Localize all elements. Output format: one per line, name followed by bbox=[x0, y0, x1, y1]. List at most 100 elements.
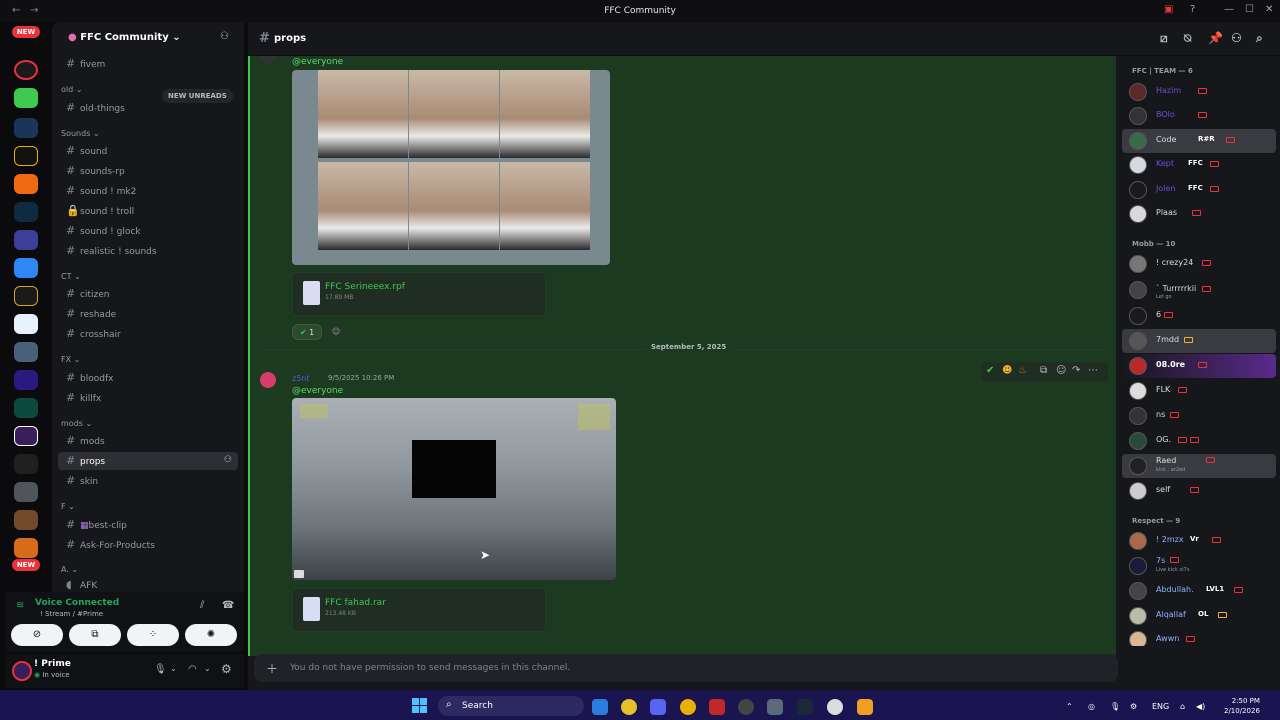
server-icon[interactable] bbox=[14, 88, 38, 108]
avatar[interactable] bbox=[260, 56, 276, 64]
tray-icon[interactable]: ◎ bbox=[1088, 702, 1095, 711]
channel-props[interactable]: # props ⚇ bbox=[58, 452, 238, 470]
file-attachment[interactable]: FFC fahad.rar 213.48 KB bbox=[292, 588, 546, 632]
more-icon[interactable]: ⋯ bbox=[1088, 365, 1098, 376]
search-icon[interactable]: ⌕ bbox=[1256, 31, 1263, 46]
close-icon[interactable]: ✕ bbox=[1265, 4, 1273, 15]
add-reaction-button[interactable]: ☺ bbox=[328, 324, 344, 340]
threads-icon[interactable]: ⧄ bbox=[1160, 31, 1168, 46]
member-list-icon[interactable]: ⚇ bbox=[1231, 31, 1242, 45]
avatar[interactable] bbox=[12, 661, 32, 681]
play-icon[interactable] bbox=[294, 570, 304, 578]
category-old[interactable]: old ⌄ bbox=[61, 85, 82, 94]
member-item[interactable]: 7mdd bbox=[1122, 329, 1276, 353]
member-item[interactable]: FLK bbox=[1122, 379, 1276, 403]
soundboard-button[interactable]: ✺ bbox=[185, 624, 237, 646]
taskbar-app-icon[interactable] bbox=[767, 699, 783, 715]
member-item[interactable]: BOlo bbox=[1122, 104, 1276, 128]
volume-icon[interactable]: ◀) bbox=[1196, 702, 1205, 711]
member-item[interactable]: ! 2mzx Vr bbox=[1122, 529, 1276, 553]
help-icon[interactable]: ? bbox=[1190, 4, 1195, 15]
apps-icon[interactable]: ⧉ bbox=[1040, 365, 1047, 376]
server-icon[interactable] bbox=[14, 370, 38, 390]
member-item[interactable]: Awwn bbox=[1122, 628, 1276, 646]
voice-status[interactable]: Voice Connected bbox=[35, 598, 119, 608]
member-item[interactable]: Abdullah. LVL1 bbox=[1122, 579, 1276, 603]
notification-bell-icon[interactable]: ⍉ bbox=[1184, 31, 1191, 46]
taskbar-app-icon[interactable] bbox=[680, 699, 696, 715]
message-composer[interactable]: ＋ You do not have permission to send mes… bbox=[254, 654, 1118, 682]
taskbar-app-icon[interactable] bbox=[857, 699, 873, 715]
server-icon[interactable] bbox=[14, 174, 38, 194]
member-item[interactable]: 7s Live kick xi7s bbox=[1122, 554, 1276, 578]
channel-best-clip[interactable]: # ▦best-clip bbox=[58, 516, 238, 534]
server-icon[interactable] bbox=[14, 314, 38, 334]
windows-start-icon[interactable] bbox=[412, 698, 428, 714]
server-icon[interactable] bbox=[14, 286, 38, 306]
server-icon[interactable] bbox=[14, 342, 38, 362]
screen-share-button[interactable]: ⧉ bbox=[69, 624, 121, 646]
forward-icon[interactable]: ↷ bbox=[1072, 365, 1080, 376]
activities-button[interactable]: ⁘ bbox=[127, 624, 179, 646]
member-item[interactable]: Hazim bbox=[1122, 80, 1276, 104]
file-name[interactable]: FFC Serineeex.rpf bbox=[325, 282, 405, 292]
taskbar-app-icon[interactable] bbox=[827, 699, 843, 715]
add-reaction-icon[interactable]: ☺ bbox=[1056, 365, 1066, 376]
reaction-checkmark[interactable]: ✔ 1 bbox=[292, 324, 322, 340]
channel-bloodfx[interactable]: # bloodfx bbox=[58, 369, 238, 387]
chevron-up-icon[interactable]: ⌃ bbox=[1066, 702, 1073, 711]
channel-sound-glock[interactable]: # sound ! glock bbox=[58, 222, 238, 240]
plus-icon[interactable]: ＋ bbox=[266, 660, 278, 677]
taskbar-app-icon[interactable] bbox=[738, 699, 754, 715]
member-item[interactable]: Code R#R bbox=[1122, 129, 1276, 153]
member-item[interactable]: 6 bbox=[1122, 304, 1276, 328]
mention-everyone[interactable]: @everyone bbox=[292, 57, 343, 67]
tray-icon[interactable]: ⚙ bbox=[1130, 702, 1137, 711]
language-indicator[interactable]: ENG bbox=[1152, 702, 1169, 711]
server-icon[interactable] bbox=[14, 146, 38, 166]
camera-off-button[interactable]: ⊘ bbox=[11, 624, 63, 646]
member-item[interactable]: Kept FFC bbox=[1122, 153, 1276, 177]
channel-crosshair[interactable]: # crosshair bbox=[58, 325, 238, 343]
taskbar-app-icon[interactable] bbox=[592, 699, 608, 715]
chrome-icon[interactable] bbox=[621, 699, 637, 715]
member-item[interactable]: Raed kick : ar2ed bbox=[1122, 454, 1276, 478]
image-attachment[interactable] bbox=[292, 398, 616, 580]
headphones-icon[interactable]: ◠ bbox=[188, 664, 197, 675]
channel-skin[interactable]: # skin bbox=[58, 472, 238, 490]
chevron-down-icon[interactable]: ⌄ bbox=[204, 664, 211, 673]
channel-realistic-sounds[interactable]: # realistic ! sounds bbox=[58, 242, 238, 260]
username[interactable]: ! Prime bbox=[34, 659, 71, 669]
channel-sound-troll[interactable]: 🔒sound ! troll bbox=[58, 202, 238, 220]
maximize-icon[interactable]: ☐ bbox=[1245, 4, 1254, 15]
channel-sound-mk2[interactable]: # sound ! mk2 bbox=[58, 182, 238, 200]
member-item[interactable]: ! crezy24 bbox=[1122, 252, 1276, 276]
member-item[interactable]: ` Turrrrrkii Let go bbox=[1122, 278, 1276, 302]
server-icon[interactable] bbox=[14, 510, 38, 530]
fire-icon[interactable]: ♨ bbox=[1018, 365, 1027, 376]
channel-mods[interactable]: # mods bbox=[58, 432, 238, 450]
channel-ask-for-products[interactable]: # Ask-For-Products bbox=[58, 536, 238, 554]
channel-citizen[interactable]: # citizen bbox=[58, 285, 238, 303]
server-icon[interactable] bbox=[14, 538, 38, 558]
category-a[interactable]: A. ⌄ bbox=[61, 565, 78, 574]
disconnect-icon[interactable]: ☎ bbox=[222, 600, 234, 611]
channel-fivem[interactable]: # fivem bbox=[58, 55, 238, 73]
file-attachment[interactable]: FFC Serineeex.rpf 17.89 MB bbox=[292, 272, 546, 316]
channel-killfx[interactable]: # killfx bbox=[58, 389, 238, 407]
channel-afk[interactable]: ◖ AFK bbox=[58, 576, 238, 592]
channel-sound[interactable]: # sound bbox=[58, 142, 238, 160]
minimize-icon[interactable]: — bbox=[1224, 4, 1234, 15]
server-icon[interactable] bbox=[14, 454, 38, 474]
avatar[interactable] bbox=[260, 372, 276, 388]
server-header[interactable]: ● FFC Community ⌄ ⚇ bbox=[52, 22, 244, 54]
server-icon[interactable] bbox=[14, 202, 38, 222]
category-ct[interactable]: CT ⌄ bbox=[61, 272, 81, 281]
taskbar-app-icon[interactable] bbox=[709, 699, 725, 715]
microphone-icon[interactable]: 🎙 bbox=[154, 664, 167, 675]
channel-sounds-rp[interactable]: # sounds-rp bbox=[58, 162, 238, 180]
discord-icon[interactable] bbox=[650, 699, 666, 715]
server-icon[interactable] bbox=[14, 230, 38, 250]
chevron-down-icon[interactable]: ⌄ bbox=[170, 664, 177, 673]
member-item[interactable]: Alqallaf OL bbox=[1122, 604, 1276, 628]
